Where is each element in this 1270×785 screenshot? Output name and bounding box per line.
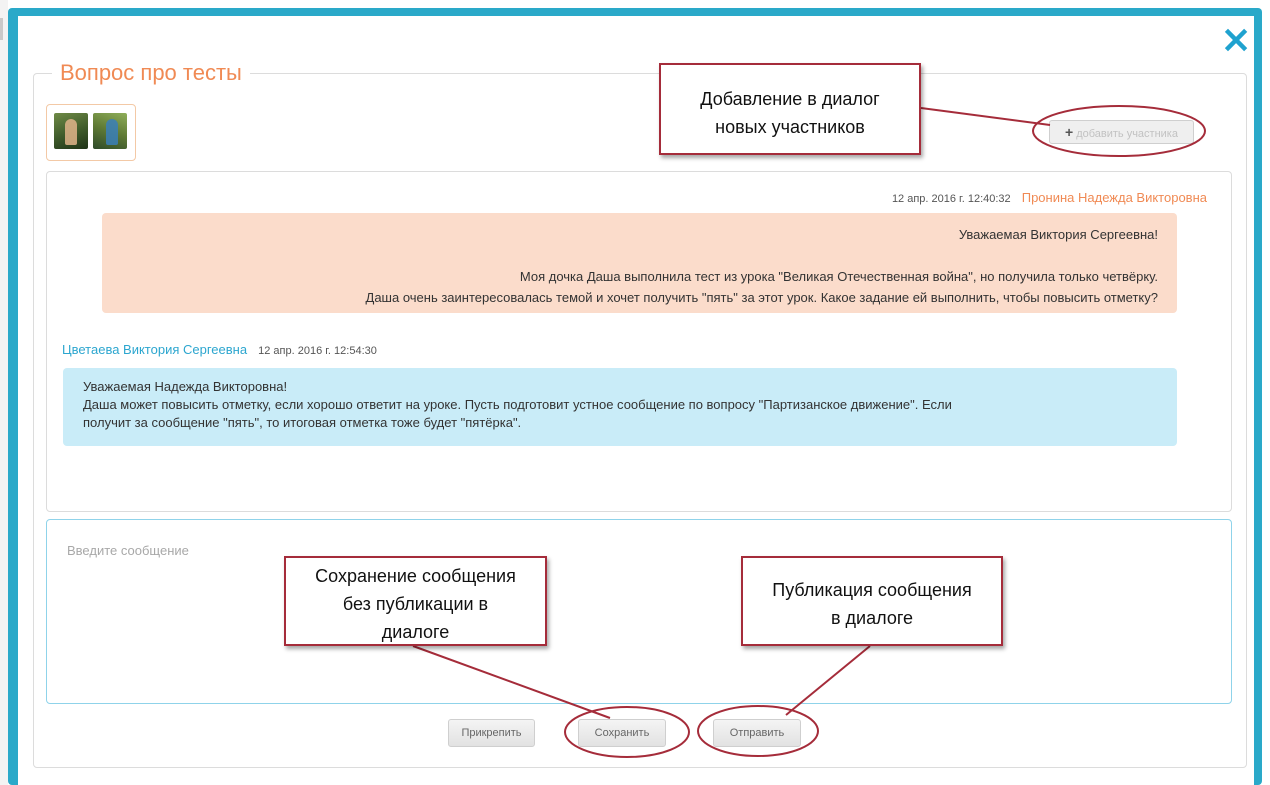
callout-save-draft: Сохранение сообщения без публикации в ди…	[284, 556, 547, 646]
callout-add-participants: Добавление в диалог новых участников	[659, 63, 921, 155]
message-line: Даша очень заинтересовалась темой и хоче…	[365, 290, 1158, 305]
callout-line: в диалоге	[830, 608, 914, 628]
message-bubble-outgoing: Уважаемая Надежда Викторовна! Даша может…	[63, 368, 1177, 446]
plus-icon: +	[1065, 124, 1074, 140]
callout-line: новых участников	[715, 117, 865, 137]
callout-line: без публикации в	[342, 594, 489, 614]
message-list: 12 апр. 2016 г. 12:40:32 Пронина Надежда…	[46, 171, 1232, 512]
message-line: Уважаемая Виктория Сергеевна!	[958, 227, 1158, 242]
close-icon[interactable]: ×	[1219, 20, 1253, 58]
message-meta: Цветаева Виктория Сергеевна 12 апр. 2016…	[62, 342, 377, 357]
message-line: Моя дочка Даша выполнила тест из урока "…	[519, 269, 1158, 284]
avatar[interactable]	[93, 113, 127, 149]
message-input[interactable]: Введите сообщение	[46, 519, 1232, 704]
dialog-title: Вопрос про тесты	[52, 58, 250, 88]
participants-avatars	[46, 104, 136, 161]
callout-line: Публикация сообщения	[772, 580, 972, 600]
message-input-placeholder: Введите сообщение	[67, 543, 189, 558]
background-mark	[0, 18, 3, 40]
message-author[interactable]: Цветаева Виктория Сергеевна	[62, 342, 247, 357]
message-author[interactable]: Пронина Надежда Викторовна	[1022, 190, 1207, 205]
attach-button[interactable]: Прикрепить	[448, 719, 535, 747]
add-participant-label: добавить участника	[1076, 128, 1178, 140]
message-bubble-incoming: Уважаемая Виктория Сергеевна! Моя дочка …	[102, 213, 1177, 313]
background-window-edge	[0, 0, 8, 785]
add-participant-button[interactable]: + добавить участника	[1049, 120, 1194, 144]
message-meta: 12 апр. 2016 г. 12:40:32 Пронина Надежда…	[892, 190, 1207, 205]
save-button[interactable]: Сохранить	[578, 719, 666, 747]
message-timestamp: 12 апр. 2016 г. 12:40:32	[891, 193, 1011, 205]
send-button[interactable]: Отправить	[713, 719, 801, 747]
callout-line: Сохранение сообщения	[315, 566, 516, 586]
callout-publish: Публикация сообщения в диалоге	[741, 556, 1003, 646]
callout-line: Добавление в диалог	[700, 89, 880, 109]
callout-line: диалоге	[381, 622, 450, 642]
message-line: получит за сообщение "пять", то итоговая…	[83, 415, 522, 430]
message-line: Даша может повысить отметку, если хорошо…	[83, 397, 952, 412]
message-line: Уважаемая Надежда Викторовна!	[83, 379, 288, 394]
avatar[interactable]	[54, 113, 88, 149]
message-timestamp: 12 апр. 2016 г. 12:54:30	[258, 345, 377, 357]
